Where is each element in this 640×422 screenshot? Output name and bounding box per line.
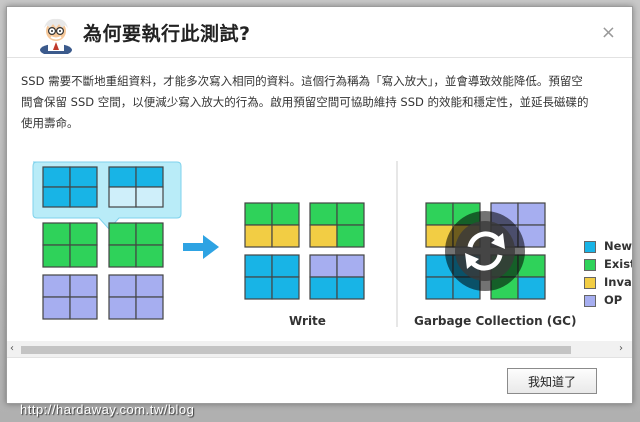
scroll-right-icon[interactable]: ›	[619, 343, 623, 354]
legend-existing: Exist	[584, 257, 633, 271]
gc-caption: Garbage Collection (GC)	[414, 314, 577, 328]
description-text: SSD 需要不斷地重組資料，才能多次寫入相同的資料。這個行為稱為「寫入放大」，並…	[21, 74, 589, 130]
legend-existing-label: Exist	[604, 257, 633, 271]
ssd-write-gc-diagram	[32, 161, 546, 327]
refresh-icon	[445, 211, 525, 291]
scrollbar-thumb[interactable]	[21, 346, 571, 354]
legend-new: New	[584, 239, 632, 253]
right-arrow-icon	[183, 235, 219, 259]
diagram-area: Write Garbage Collection (GC) New Exist …	[7, 157, 632, 337]
dialog-title: 為何要執行此測試?	[83, 23, 251, 45]
legend-op-label: OP	[604, 293, 623, 307]
horizontal-scrollbar[interactable]: ‹ ›	[7, 341, 632, 357]
close-icon[interactable]: ×	[601, 24, 616, 42]
got-it-button[interactable]: 我知道了	[507, 368, 597, 394]
legend-invalid: Invai	[584, 275, 633, 289]
legend-new-label: New	[604, 239, 633, 253]
legend-invalid-swatch	[584, 276, 596, 289]
legend-op-swatch	[584, 294, 596, 307]
dialog-footer: 我知道了	[7, 357, 632, 403]
write-caption: Write	[289, 314, 326, 328]
dialog-header: 為何要執行此測試? ×	[7, 7, 632, 58]
professor-mascot-icon	[40, 18, 72, 54]
scroll-left-icon[interactable]: ‹	[10, 343, 14, 354]
legend-op: OP	[584, 293, 622, 307]
left-bottom-blocks	[42, 274, 164, 320]
legend-new-swatch	[584, 240, 596, 253]
legend-existing-swatch	[584, 258, 596, 271]
info-dialog: 為何要執行此測試? × SSD 需要不斷地重組資料，才能多次寫入相同的資料。這個…	[6, 6, 633, 404]
watermark-text: http://hardaway.com.tw/blog	[20, 402, 195, 417]
legend-invalid-label: Invai	[604, 275, 633, 289]
left-middle-blocks	[42, 222, 164, 268]
write-blocks	[244, 202, 365, 300]
